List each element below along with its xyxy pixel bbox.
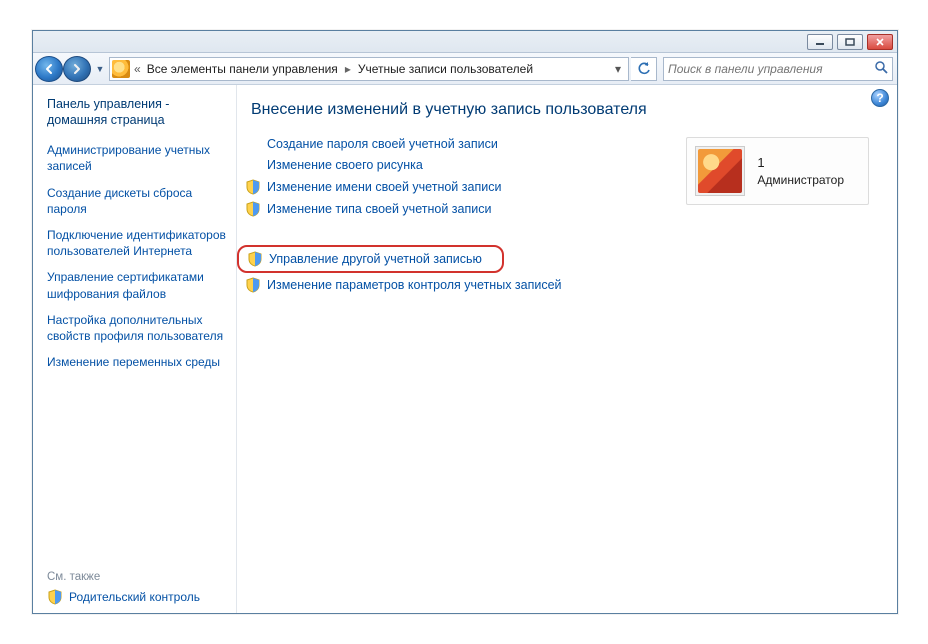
- shield-icon: [247, 251, 263, 267]
- search-box[interactable]: [663, 57, 893, 81]
- shield-icon: [245, 277, 261, 293]
- breadcrumb-overflow[interactable]: «: [134, 62, 141, 76]
- shield-icon: [245, 201, 261, 217]
- avatar: [695, 146, 745, 196]
- sidebar-task[interactable]: Изменение переменных среды: [47, 354, 226, 370]
- search-input[interactable]: [668, 62, 874, 76]
- see-also-label: См. также: [47, 571, 226, 583]
- forward-button[interactable]: [63, 56, 91, 82]
- breadcrumb-1[interactable]: Все элементы панели управления: [145, 62, 340, 76]
- action-label: Изменение параметров контроля учетных за…: [267, 278, 562, 293]
- shield-icon: [245, 179, 261, 195]
- user-info: 1 Администратор: [757, 154, 844, 188]
- control-panel-icon: [112, 60, 130, 78]
- parental-controls-link[interactable]: Родительский контроль: [47, 589, 226, 605]
- sidebar-task[interactable]: Настройка дополнительных свойств профиля…: [47, 312, 226, 344]
- page-title: Внесение изменений в учетную запись поль…: [251, 101, 885, 119]
- refresh-button[interactable]: [631, 57, 657, 81]
- sidebar-task[interactable]: Подключение идентификаторов пользователе…: [47, 227, 226, 259]
- action-label: Создание пароля своей учетной записи: [267, 137, 498, 152]
- minimize-button[interactable]: [807, 34, 833, 50]
- back-button[interactable]: [35, 56, 63, 82]
- close-button[interactable]: [867, 34, 893, 50]
- sidebar-task[interactable]: Администрирование учетных записей: [47, 142, 226, 174]
- action-change-name[interactable]: Изменение имени своей учетной записи: [245, 179, 562, 195]
- main-panel: ? Внесение изменений в учетную запись по…: [237, 85, 897, 613]
- nav-arrows: [35, 56, 91, 82]
- maximize-button[interactable]: [837, 34, 863, 50]
- action-label: Изменение типа своей учетной записи: [267, 202, 491, 217]
- action-label: Изменение своего рисунка: [267, 158, 423, 173]
- action-list: Создание пароля своей учетной записи Изм…: [247, 137, 562, 299]
- content-area: Панель управления - домашняя страница Ад…: [33, 85, 897, 613]
- shield-icon: [47, 589, 63, 605]
- breadcrumb-sep-icon: ▸: [344, 62, 352, 76]
- search-icon[interactable]: [874, 60, 888, 77]
- sidebar-task[interactable]: Управление сертификатами шифрования файл…: [47, 269, 226, 301]
- action-manage-other-account[interactable]: Управление другой учетной записью: [237, 245, 504, 273]
- action-uac-settings[interactable]: Изменение параметров контроля учетных за…: [245, 277, 562, 293]
- help-icon[interactable]: ?: [871, 89, 889, 107]
- control-panel-home-link[interactable]: Панель управления - домашняя страница: [47, 97, 226, 128]
- user-name: 1: [757, 154, 844, 172]
- action-create-password[interactable]: Создание пароля своей учетной записи: [267, 137, 562, 152]
- action-label: Управление другой учетной записью: [269, 252, 482, 267]
- action-change-picture[interactable]: Изменение своего рисунка: [267, 158, 562, 173]
- sidebar-task[interactable]: Создание дискеты сброса пароля: [47, 185, 226, 217]
- user-role: Администратор: [757, 172, 844, 188]
- titlebar: [33, 31, 897, 53]
- navigation-bar: ▼ « Все элементы панели управления ▸ Уче…: [33, 53, 897, 85]
- current-user-tile[interactable]: 1 Администратор: [686, 137, 869, 205]
- control-panel-window: ▼ « Все элементы панели управления ▸ Уче…: [32, 30, 898, 614]
- see-also-link-label: Родительский контроль: [69, 590, 200, 604]
- breadcrumb-2[interactable]: Учетные записи пользователей: [356, 62, 535, 76]
- action-label: Изменение имени своей учетной записи: [267, 180, 501, 195]
- address-bar[interactable]: « Все элементы панели управления ▸ Учетн…: [109, 57, 629, 81]
- history-dropdown[interactable]: ▼: [93, 56, 107, 82]
- action-change-type[interactable]: Изменение типа своей учетной записи: [245, 201, 562, 217]
- address-dropdown[interactable]: ▾: [610, 62, 626, 76]
- sidebar: Панель управления - домашняя страница Ад…: [33, 85, 237, 613]
